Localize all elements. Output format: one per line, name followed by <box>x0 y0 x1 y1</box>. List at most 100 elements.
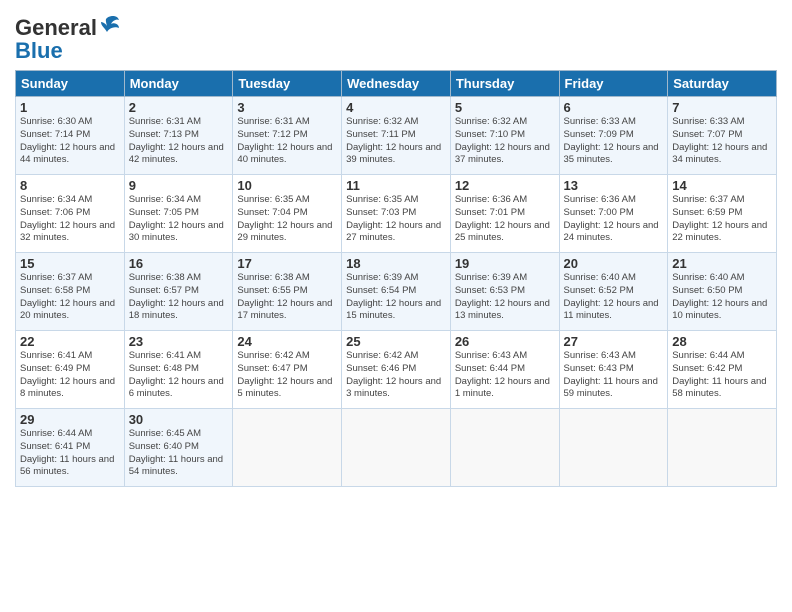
calendar-cell: 1Sunrise: 6:30 AMSunset: 7:14 PMDaylight… <box>16 97 125 175</box>
day-info: Sunrise: 6:38 AMSunset: 6:57 PMDaylight:… <box>129 272 229 323</box>
day-info: Sunrise: 6:31 AMSunset: 7:13 PMDaylight:… <box>129 116 229 167</box>
day-number: 8 <box>20 178 120 193</box>
weekday-header-monday: Monday <box>124 71 233 97</box>
day-number: 7 <box>672 100 772 115</box>
calendar-cell: 18Sunrise: 6:39 AMSunset: 6:54 PMDayligh… <box>342 253 451 331</box>
day-info: Sunrise: 6:35 AMSunset: 7:04 PMDaylight:… <box>237 194 337 245</box>
day-info: Sunrise: 6:31 AMSunset: 7:12 PMDaylight:… <box>237 116 337 167</box>
weekday-header-sunday: Sunday <box>16 71 125 97</box>
calendar-table: SundayMondayTuesdayWednesdayThursdayFrid… <box>15 70 777 487</box>
day-number: 1 <box>20 100 120 115</box>
calendar-cell: 15Sunrise: 6:37 AMSunset: 6:58 PMDayligh… <box>16 253 125 331</box>
weekday-header-thursday: Thursday <box>450 71 559 97</box>
day-info: Sunrise: 6:44 AMSunset: 6:41 PMDaylight:… <box>20 428 120 479</box>
calendar-cell: 9Sunrise: 6:34 AMSunset: 7:05 PMDaylight… <box>124 175 233 253</box>
day-number: 20 <box>564 256 664 271</box>
calendar-cell: 3Sunrise: 6:31 AMSunset: 7:12 PMDaylight… <box>233 97 342 175</box>
calendar-cell: 4Sunrise: 6:32 AMSunset: 7:11 PMDaylight… <box>342 97 451 175</box>
day-number: 28 <box>672 334 772 349</box>
day-info: Sunrise: 6:30 AMSunset: 7:14 PMDaylight:… <box>20 116 120 167</box>
calendar-cell: 19Sunrise: 6:39 AMSunset: 6:53 PMDayligh… <box>450 253 559 331</box>
day-info: Sunrise: 6:38 AMSunset: 6:55 PMDaylight:… <box>237 272 337 323</box>
weekday-header-tuesday: Tuesday <box>233 71 342 97</box>
calendar-cell: 14Sunrise: 6:37 AMSunset: 6:59 PMDayligh… <box>668 175 777 253</box>
logo: General Blue <box>15 10 121 64</box>
logo-blue: Blue <box>15 38 63 64</box>
calendar-cell: 26Sunrise: 6:43 AMSunset: 6:44 PMDayligh… <box>450 331 559 409</box>
calendar-cell: 28Sunrise: 6:44 AMSunset: 6:42 PMDayligh… <box>668 331 777 409</box>
day-number: 30 <box>129 412 229 427</box>
day-info: Sunrise: 6:36 AMSunset: 7:01 PMDaylight:… <box>455 194 555 245</box>
calendar-cell: 20Sunrise: 6:40 AMSunset: 6:52 PMDayligh… <box>559 253 668 331</box>
day-number: 5 <box>455 100 555 115</box>
day-info: Sunrise: 6:37 AMSunset: 6:58 PMDaylight:… <box>20 272 120 323</box>
day-info: Sunrise: 6:41 AMSunset: 6:49 PMDaylight:… <box>20 350 120 401</box>
day-info: Sunrise: 6:32 AMSunset: 7:10 PMDaylight:… <box>455 116 555 167</box>
day-number: 17 <box>237 256 337 271</box>
day-number: 24 <box>237 334 337 349</box>
calendar-cell: 29Sunrise: 6:44 AMSunset: 6:41 PMDayligh… <box>16 409 125 487</box>
day-number: 26 <box>455 334 555 349</box>
day-info: Sunrise: 6:39 AMSunset: 6:54 PMDaylight:… <box>346 272 446 323</box>
day-number: 9 <box>129 178 229 193</box>
day-number: 15 <box>20 256 120 271</box>
day-info: Sunrise: 6:41 AMSunset: 6:48 PMDaylight:… <box>129 350 229 401</box>
day-number: 13 <box>564 178 664 193</box>
day-number: 22 <box>20 334 120 349</box>
calendar-cell: 30Sunrise: 6:45 AMSunset: 6:40 PMDayligh… <box>124 409 233 487</box>
day-number: 27 <box>564 334 664 349</box>
calendar-cell <box>233 409 342 487</box>
calendar-cell: 22Sunrise: 6:41 AMSunset: 6:49 PMDayligh… <box>16 331 125 409</box>
calendar-cell: 2Sunrise: 6:31 AMSunset: 7:13 PMDaylight… <box>124 97 233 175</box>
day-info: Sunrise: 6:35 AMSunset: 7:03 PMDaylight:… <box>346 194 446 245</box>
calendar-cell: 25Sunrise: 6:42 AMSunset: 6:46 PMDayligh… <box>342 331 451 409</box>
day-info: Sunrise: 6:36 AMSunset: 7:00 PMDaylight:… <box>564 194 664 245</box>
day-info: Sunrise: 6:34 AMSunset: 7:06 PMDaylight:… <box>20 194 120 245</box>
calendar-cell: 8Sunrise: 6:34 AMSunset: 7:06 PMDaylight… <box>16 175 125 253</box>
calendar-cell: 16Sunrise: 6:38 AMSunset: 6:57 PMDayligh… <box>124 253 233 331</box>
day-number: 12 <box>455 178 555 193</box>
calendar-cell <box>559 409 668 487</box>
calendar-cell: 11Sunrise: 6:35 AMSunset: 7:03 PMDayligh… <box>342 175 451 253</box>
day-info: Sunrise: 6:45 AMSunset: 6:40 PMDaylight:… <box>129 428 229 479</box>
calendar-cell: 10Sunrise: 6:35 AMSunset: 7:04 PMDayligh… <box>233 175 342 253</box>
day-number: 4 <box>346 100 446 115</box>
calendar-cell: 23Sunrise: 6:41 AMSunset: 6:48 PMDayligh… <box>124 331 233 409</box>
day-info: Sunrise: 6:33 AMSunset: 7:07 PMDaylight:… <box>672 116 772 167</box>
day-info: Sunrise: 6:34 AMSunset: 7:05 PMDaylight:… <box>129 194 229 245</box>
day-number: 19 <box>455 256 555 271</box>
calendar-cell: 7Sunrise: 6:33 AMSunset: 7:07 PMDaylight… <box>668 97 777 175</box>
day-number: 21 <box>672 256 772 271</box>
calendar-cell: 21Sunrise: 6:40 AMSunset: 6:50 PMDayligh… <box>668 253 777 331</box>
day-number: 6 <box>564 100 664 115</box>
logo-bird-icon <box>99 14 121 42</box>
day-number: 3 <box>237 100 337 115</box>
day-info: Sunrise: 6:43 AMSunset: 6:43 PMDaylight:… <box>564 350 664 401</box>
weekday-header-wednesday: Wednesday <box>342 71 451 97</box>
calendar-cell <box>450 409 559 487</box>
day-number: 10 <box>237 178 337 193</box>
day-number: 18 <box>346 256 446 271</box>
day-number: 25 <box>346 334 446 349</box>
day-number: 29 <box>20 412 120 427</box>
weekday-header-friday: Friday <box>559 71 668 97</box>
calendar-cell: 27Sunrise: 6:43 AMSunset: 6:43 PMDayligh… <box>559 331 668 409</box>
day-info: Sunrise: 6:40 AMSunset: 6:52 PMDaylight:… <box>564 272 664 323</box>
day-info: Sunrise: 6:40 AMSunset: 6:50 PMDaylight:… <box>672 272 772 323</box>
day-number: 14 <box>672 178 772 193</box>
page-header: General Blue <box>15 10 777 64</box>
day-info: Sunrise: 6:37 AMSunset: 6:59 PMDaylight:… <box>672 194 772 245</box>
day-info: Sunrise: 6:32 AMSunset: 7:11 PMDaylight:… <box>346 116 446 167</box>
day-number: 2 <box>129 100 229 115</box>
day-number: 23 <box>129 334 229 349</box>
day-number: 11 <box>346 178 446 193</box>
day-info: Sunrise: 6:44 AMSunset: 6:42 PMDaylight:… <box>672 350 772 401</box>
day-info: Sunrise: 6:33 AMSunset: 7:09 PMDaylight:… <box>564 116 664 167</box>
day-info: Sunrise: 6:39 AMSunset: 6:53 PMDaylight:… <box>455 272 555 323</box>
day-info: Sunrise: 6:42 AMSunset: 6:46 PMDaylight:… <box>346 350 446 401</box>
calendar-cell <box>342 409 451 487</box>
day-number: 16 <box>129 256 229 271</box>
calendar-cell: 24Sunrise: 6:42 AMSunset: 6:47 PMDayligh… <box>233 331 342 409</box>
calendar-cell: 5Sunrise: 6:32 AMSunset: 7:10 PMDaylight… <box>450 97 559 175</box>
calendar-cell: 12Sunrise: 6:36 AMSunset: 7:01 PMDayligh… <box>450 175 559 253</box>
